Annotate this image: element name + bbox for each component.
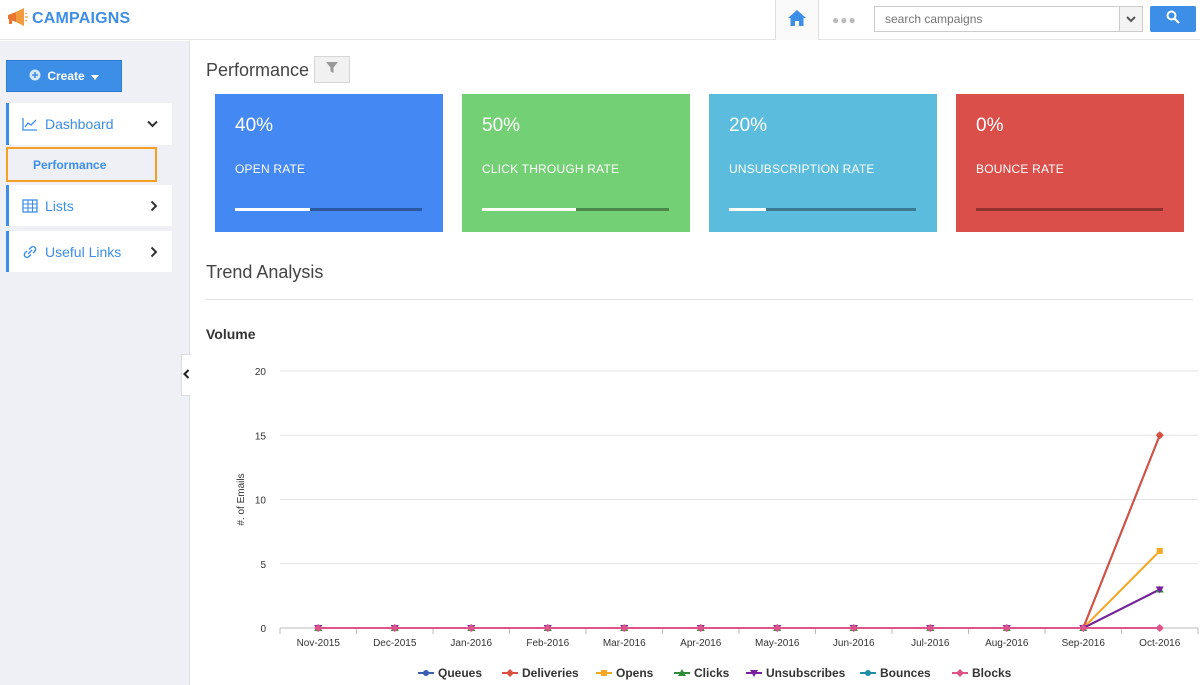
progress-track: [729, 208, 916, 211]
legend-label: Blocks: [972, 666, 1012, 680]
data-point: [1156, 547, 1163, 554]
x-tick-label: May-2016: [755, 638, 800, 649]
top-bar: CAMPAIGNS ●●●: [0, 0, 1200, 40]
create-button[interactable]: Create: [6, 60, 122, 92]
data-point: [956, 669, 964, 677]
data-point: [506, 669, 514, 677]
table-icon: [22, 198, 38, 213]
search-input[interactable]: [874, 6, 1119, 32]
app-title: CAMPAIGNS: [32, 10, 131, 27]
stat-card-open-rate[interactable]: 40% OPEN RATE: [215, 94, 443, 232]
y-tick-label: 10: [255, 496, 267, 507]
stat-card-click-through-rate[interactable]: 50% CLICK THROUGH RATE: [462, 94, 690, 232]
legend-label: Queues: [438, 666, 482, 680]
sidebar-collapse-toggle[interactable]: [181, 354, 191, 396]
legend-label: Deliveries: [522, 666, 579, 680]
series-line-opens: [318, 550, 1161, 629]
volume-line-chart: 0 5 10 15 20 Nov-2015 Dec-2015 Jan-2016 Feb-2016…: [236, 367, 1199, 680]
stat-value: 50%: [482, 115, 521, 136]
data-point: [423, 670, 429, 676]
x-tick-label: Aug-2016: [985, 638, 1029, 649]
sidebar-subitem-label: Performance: [33, 157, 107, 172]
stat-value: 40%: [235, 115, 274, 136]
legend-label: Opens: [616, 666, 654, 680]
divider: [206, 299, 1193, 300]
line-chart-icon: [22, 117, 38, 131]
legend-label: Bounces: [880, 666, 931, 680]
y-tick-label: 20: [255, 367, 267, 378]
chevron-down-icon: [1126, 10, 1136, 28]
x-tick-label: Apr-2016: [680, 638, 722, 649]
search-icon: [1166, 10, 1180, 29]
data-point: [1155, 431, 1164, 440]
series-line-queues: [318, 434, 1161, 629]
sidebar-item-label: Dashboard: [45, 116, 114, 132]
sidebar-item-dashboard[interactable]: Dashboard: [6, 103, 172, 145]
chevron-left-icon: [183, 366, 190, 384]
chevron-right-icon: [150, 200, 158, 211]
x-tick-label: Jan-2016: [450, 638, 492, 649]
stat-value: 20%: [729, 115, 768, 136]
progress-fill: [482, 208, 576, 211]
chevron-down-icon: [147, 120, 158, 128]
y-tick-label: 0: [260, 624, 266, 635]
search-dropdown-button[interactable]: [1119, 6, 1143, 32]
data-point: [865, 670, 871, 676]
progress-fill: [235, 208, 310, 211]
chevron-right-icon: [150, 246, 158, 257]
y-axis-label: #. of Emails: [236, 473, 247, 525]
x-tick-label: Jul-2016: [911, 638, 950, 649]
stat-card-unsubscription-rate[interactable]: 20% UNSUBSCRIPTION RATE: [709, 94, 937, 232]
sidebar-subitem-performance[interactable]: Performance: [6, 147, 157, 182]
stat-label: BOUNCE RATE: [976, 162, 1064, 176]
progress-fill: [729, 208, 767, 211]
megaphone-icon: [6, 7, 28, 32]
series-line-unsubscribes: [318, 588, 1161, 629]
stat-label: OPEN RATE: [235, 162, 306, 176]
more-icon[interactable]: ●●●: [832, 13, 857, 27]
link-icon: [22, 245, 38, 259]
y-tick-label: 5: [260, 560, 266, 571]
x-tick-label: Feb-2016: [526, 638, 569, 649]
section-title-trend-analysis: Trend Analysis: [206, 262, 324, 282]
chart-title: Volume: [206, 326, 256, 342]
series-line-deliveries: [318, 434, 1161, 629]
legend-label: Unsubscribes: [766, 666, 846, 680]
plus-circle-icon: [29, 69, 41, 84]
filter-icon: [325, 61, 339, 79]
sidebar-item-label: Lists: [45, 197, 74, 214]
data-point: [1155, 624, 1164, 632]
x-tick-label: Dec-2015: [373, 638, 417, 649]
x-tick-label: Nov-2015: [297, 638, 341, 649]
y-tick-label: 15: [255, 431, 267, 442]
filter-button[interactable]: [314, 56, 350, 83]
sidebar: Create Dashboard Performance Lists Usefu…: [0, 41, 190, 685]
create-label: Create: [47, 69, 85, 83]
sidebar-item-useful-links[interactable]: Useful Links: [6, 231, 172, 272]
home-button[interactable]: [775, 0, 819, 40]
data-point: [601, 670, 607, 676]
x-tick-label: Oct-2016: [1139, 638, 1181, 649]
caret-down-icon: [90, 69, 99, 83]
stat-card-bounce-rate[interactable]: 0% BOUNCE RATE: [956, 94, 1184, 232]
search-button[interactable]: [1150, 6, 1196, 32]
home-icon: [787, 9, 807, 32]
stat-label: CLICK THROUGH RATE: [482, 162, 620, 176]
x-tick-label: Mar-2016: [603, 638, 646, 649]
stat-label: UNSUBSCRIPTION RATE: [729, 162, 875, 176]
progress-track: [235, 208, 422, 211]
stat-value: 0%: [976, 115, 1004, 136]
series-line-clicks: [318, 588, 1161, 629]
sidebar-item-label: Useful Links: [45, 243, 122, 260]
progress-track: [482, 208, 669, 211]
legend-label: Clicks: [694, 666, 730, 680]
x-tick-label: Jun-2016: [833, 638, 875, 649]
page-title: Performance: [206, 60, 310, 80]
sidebar-item-lists[interactable]: Lists: [6, 185, 172, 226]
x-tick-label: Sep-2016: [1062, 638, 1106, 649]
app-brand[interactable]: CAMPAIGNS: [6, 7, 131, 32]
progress-track: [976, 208, 1163, 211]
